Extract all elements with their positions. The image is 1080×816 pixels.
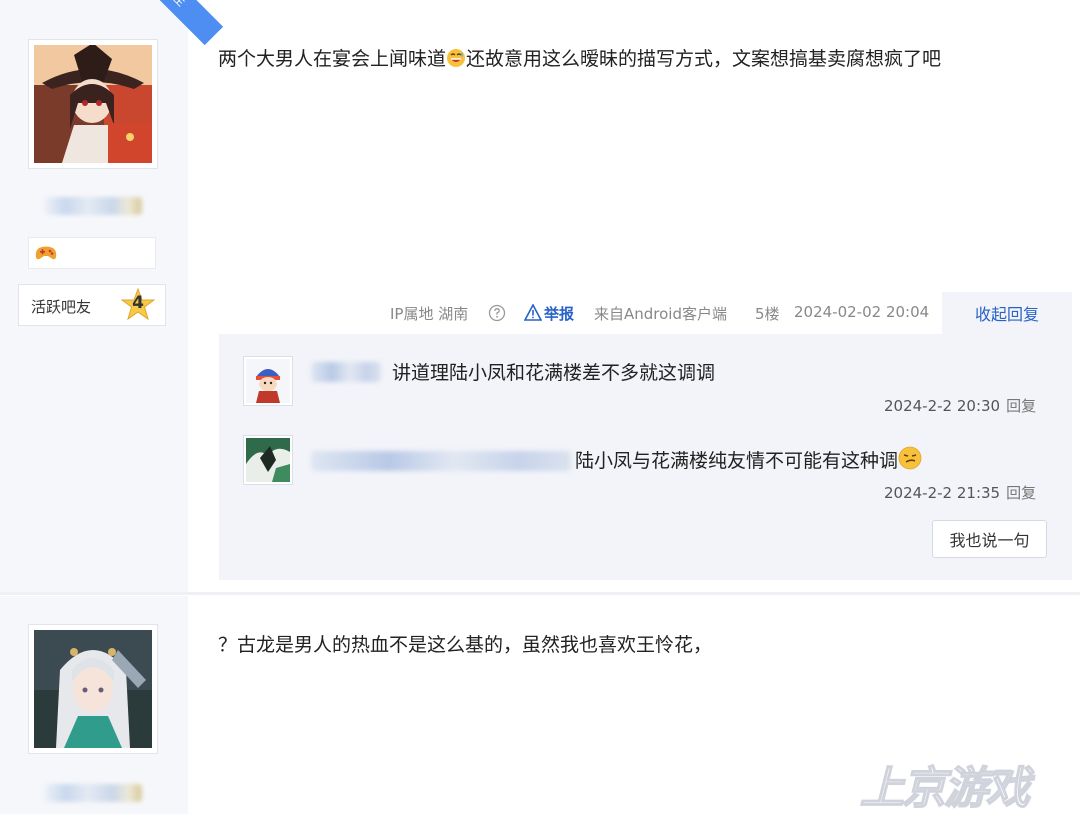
reply-avatar-illustration: [246, 438, 290, 482]
post-meta: IP属地 湖南 举报 来自Android客户端 5楼 2024-02-02 20…: [390, 292, 1080, 334]
watermark-logo: 上京游戏: [859, 762, 1031, 815]
avatar-illustration: [34, 630, 152, 748]
level-number: 4: [132, 293, 144, 313]
reply-avatar[interactable]: [243, 356, 293, 406]
gamepad-icon: [35, 246, 57, 260]
reply-link[interactable]: 回复: [1006, 484, 1036, 502]
reply-user-blurred[interactable]: [311, 451, 571, 471]
author-sidebar: 活跃吧友 4: [0, 0, 188, 592]
post-content: 两个大男人在宴会上闻味道 还故意用这么暧昧的描写方式，文案想搞基卖腐想疯了吧: [218, 44, 941, 73]
post-floor-5: 活跃吧友 4 楼主 两个大男人在宴会上闻味道还故意用这么暧昧的描写方式，文案想搞…: [0, 0, 1080, 592]
reply-meta: 2024-2-2 21:35 回复: [884, 482, 1036, 503]
question-circle-icon[interactable]: [488, 304, 506, 326]
author-avatar[interactable]: [28, 624, 158, 754]
author-badge[interactable]: [28, 237, 156, 269]
collapse-replies-link[interactable]: 收起回复: [942, 292, 1072, 334]
reply-avatar[interactable]: [243, 435, 293, 485]
grin-sweat-emoji-icon: [446, 48, 466, 73]
reply-text: 讲道理陆小凤和花满楼差不多就这调调: [392, 362, 716, 384]
reply-user-blurred[interactable]: [311, 362, 381, 382]
reply-text-content: 陆小凤与花满楼纯友情不可能有这种调: [575, 450, 899, 472]
user-level[interactable]: 活跃吧友 4: [18, 284, 166, 326]
avatar-illustration: [34, 45, 152, 163]
post-text-part2: 还故意用这么暧昧的描写方式，文案想搞基卖腐想疯了吧: [466, 48, 942, 70]
reply-link[interactable]: 回复: [1006, 397, 1036, 415]
reply-time: 2024-2-2 20:30: [884, 397, 1001, 415]
ip-location: IP属地 湖南: [390, 305, 469, 323]
add-comment-button[interactable]: 我也说一句: [932, 520, 1047, 558]
reply-area: 讲道理陆小凤和花满楼差不多就这调调 2024-2-2 20:30 回复 陆小凤与花…: [219, 334, 1072, 580]
post-time: 2024-02-02 20:04: [794, 303, 930, 321]
smirk-emoji-icon: [898, 446, 922, 475]
floor-divider: [0, 592, 1080, 595]
level-label: 活跃吧友: [31, 298, 92, 316]
warning-triangle-icon[interactable]: [523, 303, 543, 325]
author-name-blurred[interactable]: [44, 197, 142, 215]
reply-meta: 2024-2-2 20:30 回复: [884, 395, 1036, 416]
post-text-part1: 两个大男人在宴会上闻味道: [218, 48, 447, 70]
reply-avatar-illustration: [246, 359, 290, 403]
author-name-blurred[interactable]: [44, 784, 142, 802]
floor-number: 5楼: [755, 305, 780, 323]
reply-text: 陆小凤与花满楼纯友情不可能有这种调: [575, 446, 922, 475]
report-link[interactable]: 举报: [544, 303, 574, 324]
author-avatar[interactable]: [28, 39, 158, 169]
client-source: 来自Android客户端: [594, 305, 727, 323]
post-content: ？古龙是男人的热血不是这么基的，虽然我也喜欢王怜花，: [218, 634, 713, 656]
author-sidebar: [0, 596, 188, 814]
reply-time: 2024-2-2 21:35: [884, 484, 1001, 502]
